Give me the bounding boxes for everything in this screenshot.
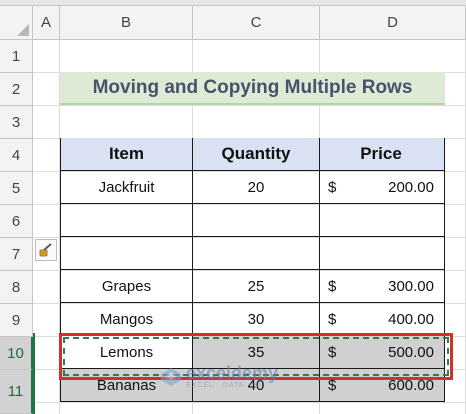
column-header-c[interactable]: C <box>193 6 320 40</box>
row-header-2[interactable]: 2 <box>0 73 33 106</box>
table-row-selected: Bananas 40 $600.00 <box>60 369 445 402</box>
price-cell[interactable]: $200.00 <box>320 171 445 204</box>
table-row <box>60 237 445 270</box>
table-row: Jackfruit 20 $200.00 <box>60 171 445 204</box>
item-cell[interactable]: Lemons <box>60 336 193 369</box>
item-cell[interactable]: Bananas <box>60 369 193 402</box>
row-header-1[interactable]: 1 <box>0 40 33 73</box>
price-value: 500.00 <box>388 343 434 361</box>
table-row: Mangos 30 $400.00 <box>60 303 445 336</box>
table-header-row: Item Quantity Price <box>60 138 445 171</box>
price-value: 200.00 <box>388 178 434 196</box>
quantity-cell[interactable]: 40 <box>193 369 320 402</box>
row-header-11[interactable]: 11 <box>0 370 33 414</box>
currency-symbol: $ <box>328 376 337 394</box>
quantity-cell[interactable]: 25 <box>193 270 320 303</box>
select-all-triangle-icon <box>17 24 29 36</box>
gridline <box>33 402 466 403</box>
row-header-6[interactable]: 6 <box>0 205 33 238</box>
column-header-d[interactable]: D <box>320 6 466 40</box>
price-value: 300.00 <box>388 277 434 295</box>
table-row-selected: Lemons 35 $500.00 <box>60 336 445 369</box>
paste-options-button[interactable] <box>35 239 57 261</box>
sheet-title[interactable]: Moving and Copying Multiple Rows <box>60 72 445 105</box>
currency-symbol: $ <box>328 277 337 295</box>
item-cell[interactable]: Jackfruit <box>60 171 193 204</box>
price-cell[interactable]: $400.00 <box>320 303 445 336</box>
price-value: 600.00 <box>388 376 434 394</box>
row-header-9[interactable]: 9 <box>0 304 33 337</box>
row-header-4[interactable]: 4 <box>0 139 33 172</box>
item-cell[interactable]: Mangos <box>60 303 193 336</box>
column-header-b[interactable]: B <box>60 6 193 40</box>
paintbrush-icon <box>39 243 52 257</box>
header-quantity[interactable]: Quantity <box>193 138 320 171</box>
selected-rows-indicator <box>33 333 35 414</box>
column-header-a[interactable]: A <box>33 6 60 40</box>
currency-symbol: $ <box>328 178 337 196</box>
row-header-5[interactable]: 5 <box>0 172 33 205</box>
table-row <box>60 204 445 237</box>
quantity-cell[interactable]: 20 <box>193 171 320 204</box>
price-cell[interactable]: $600.00 <box>320 369 445 402</box>
quantity-cell[interactable] <box>193 204 320 237</box>
price-cell[interactable]: $500.00 <box>320 336 445 369</box>
table-row: Grapes 25 $300.00 <box>60 270 445 303</box>
quantity-cell[interactable] <box>193 237 320 270</box>
price-cell[interactable] <box>320 237 445 270</box>
price-value: 400.00 <box>388 310 434 328</box>
item-cell[interactable] <box>60 237 193 270</box>
currency-symbol: $ <box>328 310 337 328</box>
row-header-3[interactable]: 3 <box>0 106 33 139</box>
item-cell[interactable] <box>60 204 193 237</box>
price-cell[interactable]: $300.00 <box>320 270 445 303</box>
price-cell[interactable] <box>320 204 445 237</box>
spreadsheet: A B C D 1 2 3 4 5 6 7 8 9 10 11 Moving a… <box>0 0 466 414</box>
row-header-7[interactable]: 7 <box>0 238 33 271</box>
quantity-cell[interactable]: 35 <box>193 336 320 369</box>
header-price[interactable]: Price <box>320 138 445 171</box>
select-all-button[interactable] <box>0 6 33 40</box>
header-item[interactable]: Item <box>60 138 193 171</box>
currency-symbol: $ <box>328 343 337 361</box>
row-header-8[interactable]: 8 <box>0 271 33 304</box>
gridline <box>33 105 466 106</box>
quantity-cell[interactable]: 30 <box>193 303 320 336</box>
item-cell[interactable]: Grapes <box>60 270 193 303</box>
row-header-10[interactable]: 10 <box>0 337 33 370</box>
